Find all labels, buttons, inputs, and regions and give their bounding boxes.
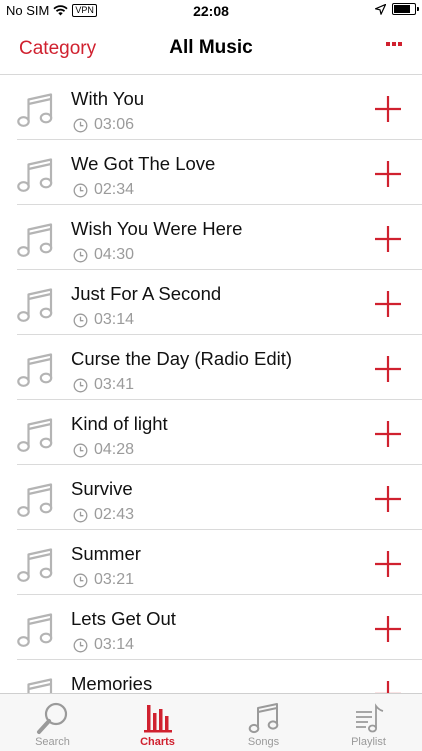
status-time: 22:08 [193,3,229,19]
music-note-icon [17,223,53,257]
tab-label: Songs [247,736,280,748]
add-to-playlist-button[interactable] [375,96,401,122]
clock-icon [73,183,88,197]
music-note-icon [17,353,53,387]
add-to-playlist-button[interactable] [375,356,401,382]
tab-playlist[interactable]: Playlist [316,694,421,751]
tab-label: Charts [140,736,175,748]
add-to-playlist-button[interactable] [375,551,401,577]
song-meta: 03:06 [73,116,134,134]
location-arrow-icon [375,3,386,15]
more-dot-icon [386,42,390,46]
add-to-playlist-button[interactable] [375,421,401,447]
song-title: Just For A Second [71,283,222,304]
song-meta: 03:21 [73,571,134,589]
song-title: Memories [71,673,153,693]
tab-label: Search [35,736,70,748]
music-note-icon [17,418,53,452]
song-duration: 04:30 [94,246,135,263]
song-row[interactable]: Lets Get Out 03:14 [0,595,422,660]
song-row[interactable]: Memories [0,660,422,693]
song-duration: 02:43 [94,506,135,523]
song-row[interactable]: Just For A Second 03:14 [0,270,422,335]
song-meta: 04:28 [73,441,134,459]
playlist-icon [355,703,383,733]
battery-icon [392,3,419,15]
song-row[interactable]: Summer 03:21 [0,530,422,595]
music-note-icon [17,93,53,127]
song-row[interactable]: Survive 02:43 [0,465,422,530]
more-dot-icon [392,42,396,46]
music-note-icon [27,678,53,693]
add-to-playlist-button[interactable] [375,161,401,187]
add-to-playlist-button[interactable] [375,291,401,317]
song-row[interactable]: Wish You Were Here 04:30 [0,205,422,270]
more-button[interactable] [386,42,402,46]
song-row[interactable]: Curse the Day (Radio Edit) 03:41 [0,335,422,400]
navigation-bar: Category All Music [0,22,422,75]
song-title: Kind of light [71,413,168,434]
song-meta: 02:34 [73,181,134,199]
song-title: Summer [71,543,141,564]
song-meta: 02:43 [73,506,134,524]
song-duration: 03:14 [94,311,135,328]
battery-level [394,5,410,13]
song-title: Survive [71,478,133,499]
add-to-playlist-button[interactable] [375,486,401,512]
clock-icon [73,248,88,262]
search-icon [36,702,67,734]
clock-icon [73,378,88,392]
song-title: Wish You Were Here [71,218,243,239]
music-note-icon [17,548,53,582]
song-duration: 04:28 [94,441,135,458]
music-note-icon [17,288,53,322]
song-title: Curse the Day (Radio Edit) [71,348,293,369]
song-list[interactable]: With You 03:06 We Got The Love 02:34 Wis… [0,75,422,693]
song-duration: 03:06 [94,116,135,133]
music-note-icon [17,158,53,192]
page-title: All Music [169,37,253,58]
tab-search[interactable]: Search [0,694,105,751]
charts-icon [143,705,172,733]
song-meta: 04:30 [73,246,134,264]
song-row[interactable]: With You 03:06 [0,75,422,140]
tab-bar: Search Charts Songs Playlist [0,693,422,751]
status-right [375,3,419,15]
add-to-playlist-button[interactable] [375,681,401,693]
song-title: With You [71,88,145,109]
song-title: We Got The Love [71,153,216,174]
song-duration: 03:14 [94,636,135,653]
clock-icon [73,118,88,132]
music-note-icon [17,613,53,647]
tab-songs[interactable]: Songs [211,694,316,751]
song-meta: 03:14 [73,636,134,654]
music-note-icon [17,483,53,517]
tab-label: Playlist [351,736,386,748]
add-to-playlist-button[interactable] [375,226,401,252]
clock-icon [73,573,88,587]
add-to-playlist-button[interactable] [375,616,401,642]
song-duration: 02:34 [94,181,135,198]
song-meta: 03:41 [73,376,134,394]
song-duration: 03:41 [94,376,135,393]
song-row[interactable]: We Got The Love 02:34 [0,140,422,205]
music-note-icon [248,703,278,734]
more-dot-icon [398,42,402,46]
song-meta: 03:14 [73,311,134,329]
status-bar: No SIM VPN 22:08 [0,0,422,22]
tab-charts[interactable]: Charts [105,694,210,751]
song-duration: 03:21 [94,571,135,588]
clock-icon [73,638,88,652]
song-title: Lets Get Out [71,608,176,629]
clock-icon [73,443,88,457]
clock-icon [73,508,88,522]
clock-icon [73,313,88,327]
song-row[interactable]: Kind of light 04:28 [0,400,422,465]
